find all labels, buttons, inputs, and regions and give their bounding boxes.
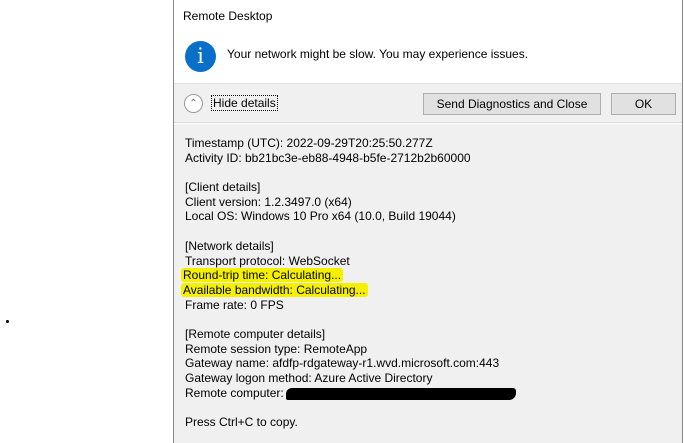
network-header: [Network details]	[185, 238, 274, 253]
rtt-line: Round-trip time: Calculating...	[181, 268, 344, 283]
session-type-line: Remote session type: RemoteApp	[185, 341, 368, 356]
dialog-title: Remote Desktop	[183, 9, 273, 23]
client-version-line: Client version: 1.2.3497.0 (x64)	[185, 194, 352, 209]
hide-details-link[interactable]: Hide details	[211, 95, 278, 111]
timestamp-line: Timestamp (UTC): 2022-09-29T20:25:50.277…	[185, 136, 433, 150]
stray-dot	[6, 320, 9, 323]
remote-header: [Remote computer details]	[185, 326, 326, 341]
ok-button[interactable]: OK	[611, 93, 676, 115]
logon-line: Gateway logon method: Azure Active Direc…	[185, 371, 433, 385]
frame-rate-line: Frame rate: 0 FPS	[185, 297, 284, 312]
copy-hint: Press Ctrl+C to copy.	[185, 415, 298, 430]
info-icon: i	[185, 41, 216, 72]
activity-id-line: Activity ID: bb21bc3e-eb88-4948-b5fe-271…	[185, 150, 471, 165]
remote-desktop-dialog: Remote Desktop i Your network might be s…	[173, 0, 683, 443]
send-diagnostics-button[interactable]: Send Diagnostics and Close	[423, 93, 601, 115]
remote-computer-label: Remote computer:	[185, 385, 284, 400]
local-os-line: Local OS: Windows 10 Pro x64 (10.0, Buil…	[185, 209, 456, 224]
warning-message: Your network might be slow. You may expe…	[227, 47, 529, 61]
gateway-line: Gateway name: afdfp-rdgateway-r1.wvd.mic…	[185, 356, 500, 371]
bandwidth-line: Available bandwidth: Calculating...	[181, 282, 368, 297]
button-bar: ⌃ Hide details Send Diagnostics and Clos…	[174, 83, 682, 123]
chevron-up-icon[interactable]: ⌃	[184, 94, 203, 113]
client-header: [Client details]	[185, 180, 261, 195]
redaction-scribble	[285, 387, 516, 400]
details-text[interactable]: Timestamp (UTC): 2022-09-29T20:25:50.277…	[181, 136, 516, 430]
transport-line: Transport protocol: WebSocket	[185, 253, 350, 268]
